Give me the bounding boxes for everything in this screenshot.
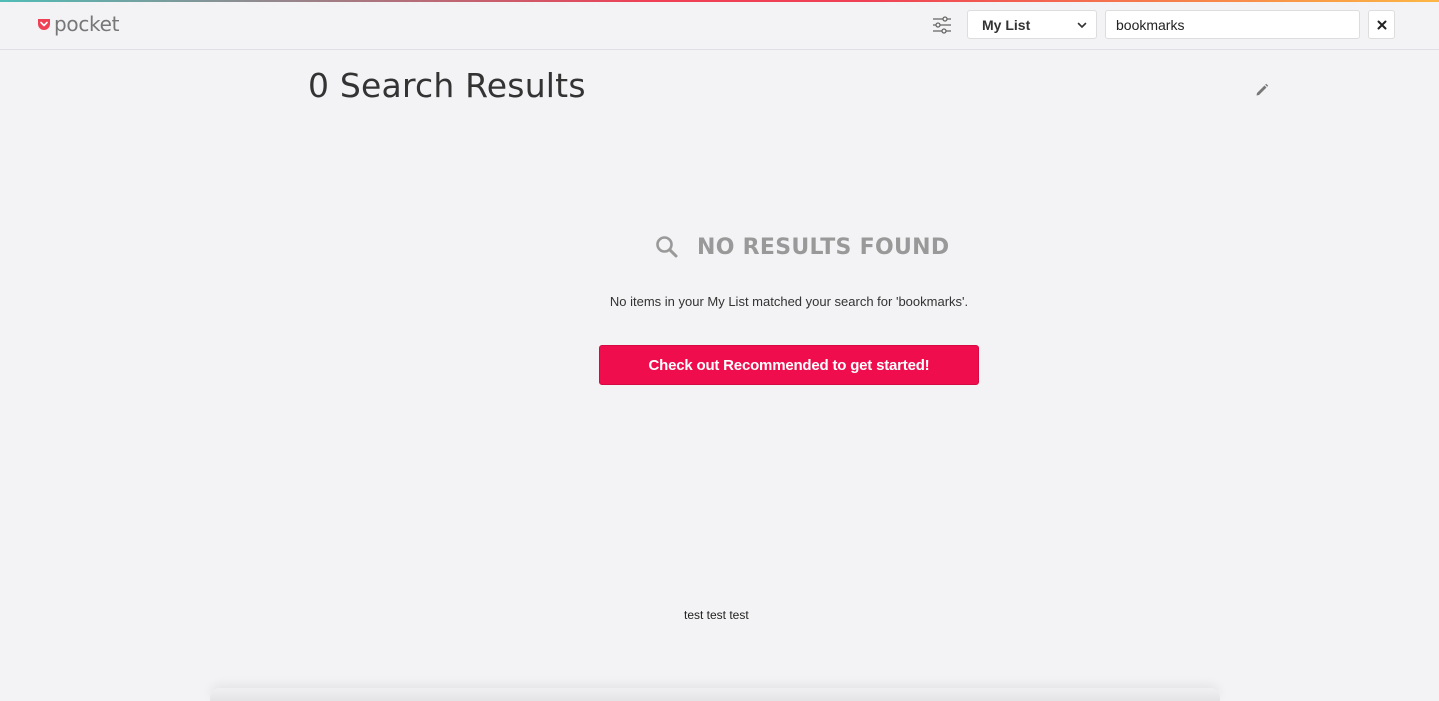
sliders-icon [933, 16, 951, 34]
clear-search-button[interactable] [1368, 10, 1395, 39]
list-select-value: My List [982, 16, 1031, 33]
empty-state-title: NO RESULTS FOUND [697, 234, 950, 260]
chevron-down-icon [1077, 22, 1087, 29]
search-input[interactable] [1105, 10, 1360, 39]
bottom-panel-edge [210, 688, 1220, 701]
page-title: 0 Search Results [308, 66, 586, 105]
empty-state-heading: NO RESULTS FOUND [654, 232, 949, 262]
pencil-icon [1256, 83, 1269, 96]
pocket-logo[interactable]: pocket [37, 12, 119, 36]
header: pocket My List [0, 2, 1439, 50]
edit-button[interactable] [1252, 80, 1272, 100]
pocket-logo-text: pocket [54, 12, 120, 36]
filter-button[interactable] [930, 13, 954, 37]
recommended-cta-button[interactable]: Check out Recommended to get started! [599, 345, 979, 385]
pocket-logo-icon [38, 19, 50, 30]
list-select-dropdown[interactable]: My List [967, 10, 1097, 39]
footer-text: test test test [684, 608, 749, 622]
close-icon [1377, 20, 1386, 29]
search-icon [656, 236, 678, 258]
empty-state-message: No items in your My List matched your se… [609, 294, 969, 309]
